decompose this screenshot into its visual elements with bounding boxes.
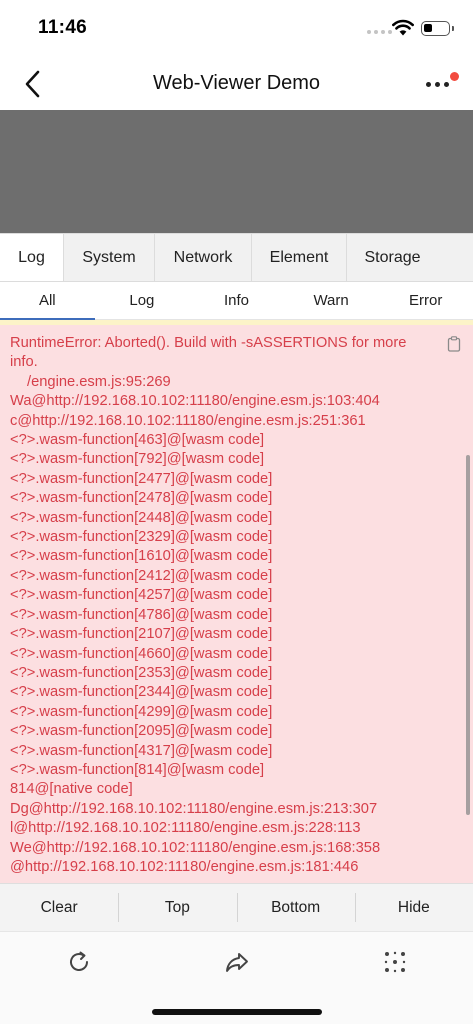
error-header: RuntimeError: Aborted(). Build with -sAS… xyxy=(10,335,407,371)
cellular-signal-icon xyxy=(367,30,392,34)
stack-frame: <?>.wasm-function[1610]@[wasm code] xyxy=(10,548,273,565)
more-options-icon[interactable] xyxy=(424,72,459,96)
stack-frame: <?>.wasm-function[4257]@[wasm code] xyxy=(10,587,273,604)
stack-frame: 814@[native code] xyxy=(10,781,133,798)
tab-system[interactable]: System xyxy=(64,234,155,281)
filter-tab-all[interactable]: All xyxy=(0,282,95,320)
log-filter-tabs: All Log Info Warn Error xyxy=(0,282,473,320)
stack-frame: <?>.wasm-function[2478]@[wasm code] xyxy=(10,490,273,507)
hide-button[interactable]: Hide xyxy=(354,884,473,931)
browser-bottom-bar xyxy=(0,931,473,1024)
stack-frame: /engine.esm.js:95:269 xyxy=(27,373,171,390)
bottom-button[interactable]: Bottom xyxy=(236,884,355,931)
share-forward-icon[interactable] xyxy=(224,949,250,975)
wifi-icon xyxy=(392,19,414,36)
stack-frame: <?>.wasm-function[814]@[wasm code] xyxy=(10,761,265,778)
stack-trace: Wa@http://192.168.10.102:11180/engine.es… xyxy=(10,392,435,877)
status-time: 11:46 xyxy=(38,17,88,38)
stack-frame: We@http://192.168.10.102:11180/engine.es… xyxy=(10,839,381,856)
notification-badge xyxy=(450,72,459,81)
stack-frame: <?>.wasm-function[2095]@[wasm code] xyxy=(10,723,273,740)
error-message: RuntimeError: Aborted(). Build with -sAS… xyxy=(10,334,435,877)
stack-frame: <?>.wasm-function[792]@[wasm code] xyxy=(10,451,265,468)
console-toolbar: Clear Top Bottom Hide xyxy=(0,883,473,931)
scrollbar[interactable] xyxy=(466,455,470,815)
stack-frame: Dg@http://192.168.10.102:11180/engine.es… xyxy=(10,800,378,817)
filter-tab-warn[interactable]: Warn xyxy=(284,282,379,319)
page-title: Web-Viewer Demo xyxy=(152,72,321,94)
navigation-bar: Web-Viewer Demo xyxy=(0,56,473,110)
stack-frame: <?>.wasm-function[4317]@[wasm code] xyxy=(10,742,273,759)
filter-tab-log[interactable]: Log xyxy=(95,282,190,319)
filter-tab-error[interactable]: Error xyxy=(378,282,473,319)
stack-frame: <?>.wasm-function[4299]@[wasm code] xyxy=(10,703,273,720)
stack-frame: <?>.wasm-function[2477]@[wasm code] xyxy=(10,470,273,487)
main-tab-bar: Log System Network Element Storage xyxy=(0,233,473,282)
tab-network[interactable]: Network xyxy=(155,234,252,281)
screen: 11:46 Web-Viewer Demo Log System Network… xyxy=(0,0,473,1024)
stack-frame: <?>.wasm-function[2107]@[wasm code] xyxy=(10,626,273,643)
stack-frame: <?>.wasm-function[4786]@[wasm code] xyxy=(10,606,273,623)
top-button[interactable]: Top xyxy=(118,884,236,931)
tab-element[interactable]: Element xyxy=(252,234,347,281)
stack-frame: <?>.wasm-function[2412]@[wasm code] xyxy=(10,567,273,584)
grid-menu-icon[interactable] xyxy=(382,949,408,975)
battery-level xyxy=(424,24,432,32)
stack-frame: Wa@http://192.168.10.102:11180/engine.es… xyxy=(10,393,380,410)
stack-frame: c@http://192.168.10.102:11180/engine.esm… xyxy=(10,412,366,429)
stack-frame: <?>.wasm-function[2344]@[wasm code] xyxy=(10,684,273,701)
refresh-icon[interactable] xyxy=(66,949,92,975)
battery-icon xyxy=(421,21,454,36)
stack-frame: <?>.wasm-function[4660]@[wasm code] xyxy=(10,645,273,662)
copy-icon[interactable] xyxy=(447,336,461,352)
home-indicator xyxy=(152,1009,322,1015)
log-entry-error[interactable]: RuntimeError: Aborted(). Build with -sAS… xyxy=(0,325,473,883)
clear-button[interactable]: Clear xyxy=(0,884,118,931)
status-bar: 11:46 xyxy=(0,0,473,56)
webview-area[interactable] xyxy=(0,110,473,233)
tab-log[interactable]: Log xyxy=(0,234,64,281)
stack-frame: <?>.wasm-function[2353]@[wasm code] xyxy=(10,664,273,681)
stack-frame: <?>.wasm-function[2329]@[wasm code] xyxy=(10,529,273,546)
tab-storage[interactable]: Storage xyxy=(347,234,438,281)
stack-frame: <?>.wasm-function[2448]@[wasm code] xyxy=(10,509,273,526)
stack-frame: l@http://192.168.10.102:11180/engine.esm… xyxy=(10,820,361,837)
filter-tab-info[interactable]: Info xyxy=(189,282,284,319)
stack-frame: @http://192.168.10.102:11180/engine.esm.… xyxy=(10,858,359,875)
stack-frame: <?>.wasm-function[463]@[wasm code] xyxy=(10,432,265,449)
